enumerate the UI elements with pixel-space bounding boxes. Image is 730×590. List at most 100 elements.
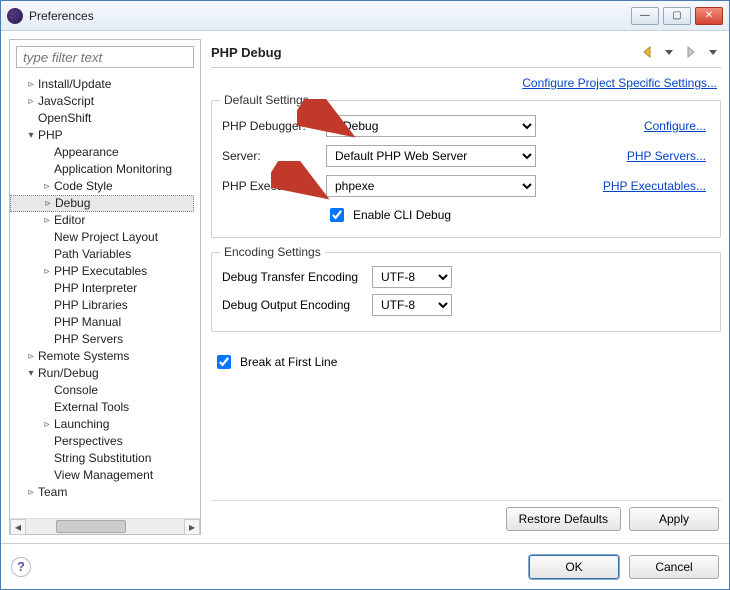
nav-forward-menu[interactable] [705,44,721,60]
tree-item-label: External Tools [54,399,129,416]
tree-item-label: Appearance [54,144,119,161]
tree-item[interactable]: ▹Team [10,484,200,501]
tree-item-label: Path Variables [54,246,131,263]
expand-icon[interactable]: ▹ [26,348,36,365]
tree-item[interactable]: PHP Manual [10,314,200,331]
transfer-encoding-label: Debug Transfer Encoding [222,270,372,284]
tree-item-label: Install/Update [38,76,111,93]
tree-item[interactable]: ▾Run/Debug [10,365,200,382]
tree-item[interactable]: Perspectives [10,433,200,450]
scroll-left-icon[interactable]: ◂ [10,519,26,535]
tree-item-label: Editor [54,212,85,229]
window-title: Preferences [29,9,94,23]
tree-item[interactable]: External Tools [10,399,200,416]
preference-page: PHP Debug Configure Project Specific Set… [201,39,721,535]
tree-item[interactable]: New Project Layout [10,229,200,246]
tree-item[interactable]: OpenShift [10,110,200,127]
help-icon[interactable]: ? [11,557,31,577]
php-debugger-select[interactable]: XDebug [326,115,536,137]
enable-cli-debug-label: Enable CLI Debug [353,208,451,222]
transfer-encoding-select[interactable]: UTF-8 [372,266,452,288]
tree-item-label: Team [38,484,67,501]
configure-link[interactable]: Configure... [644,119,706,133]
tree-item[interactable]: PHP Libraries [10,297,200,314]
tree-item-label: Launching [54,416,109,433]
tree-item-label: PHP Servers [54,331,123,348]
tree-item-label: Debug [55,195,90,212]
php-servers-link[interactable]: PHP Servers... [627,149,706,163]
break-first-line-checkbox[interactable] [217,355,231,369]
tree-item-label: PHP Executables [54,263,147,280]
restore-defaults-button[interactable]: Restore Defaults [506,507,621,531]
php-executables-link[interactable]: PHP Executables... [603,179,706,193]
maximize-button[interactable]: ▢ [663,7,691,25]
expand-icon[interactable]: ▹ [42,178,52,195]
tree-item[interactable]: View Management [10,467,200,484]
tree-item[interactable]: PHP Servers [10,331,200,348]
enable-cli-debug-checkbox[interactable] [330,208,344,222]
expand-icon[interactable]: ▹ [42,263,52,280]
preferences-tree[interactable]: ▹Install/Update▹JavaScriptOpenShift▾PHPA… [10,74,200,518]
tree-item-label: Run/Debug [38,365,99,382]
dialog-footer: ? OK Cancel [1,543,729,589]
tree-item[interactable]: ▹JavaScript [10,93,200,110]
filter-input[interactable] [16,46,194,68]
preferences-tree-panel: ▹Install/Update▹JavaScriptOpenShift▾PHPA… [9,39,201,535]
php-executable-select[interactable]: phpexe [326,175,536,197]
annotation-arrow-icon [297,99,357,139]
tree-item-label: Perspectives [54,433,123,450]
expand-icon[interactable]: ▹ [26,93,36,110]
break-first-line-label: Break at First Line [240,355,337,369]
apply-button[interactable]: Apply [629,507,719,531]
tree-item-label: PHP Libraries [54,297,128,314]
tree-item[interactable]: ▹PHP Executables [10,263,200,280]
page-title: PHP Debug [211,45,639,60]
tree-item-label: OpenShift [38,110,91,127]
encoding-settings-group: Encoding Settings Debug Transfer Encodin… [211,252,721,332]
expand-icon[interactable]: ▹ [26,76,36,93]
window-controls: — ▢ ✕ [631,7,723,25]
tree-item[interactable]: ▹Install/Update [10,76,200,93]
expand-icon[interactable]: ▾ [26,127,36,144]
server-select[interactable]: Default PHP Web Server [326,145,536,167]
expand-icon[interactable]: ▹ [26,484,36,501]
output-encoding-select[interactable]: UTF-8 [372,294,452,316]
tree-item-label: Console [54,382,98,399]
expand-icon[interactable]: ▾ [26,365,36,382]
tree-item[interactable]: ▹Editor [10,212,200,229]
scroll-thumb[interactable] [56,520,126,533]
minimize-button[interactable]: — [631,7,659,25]
configure-project-link[interactable]: Configure Project Specific Settings... [522,76,717,90]
tree-item[interactable]: Appearance [10,144,200,161]
tree-item[interactable]: PHP Interpreter [10,280,200,297]
tree-item[interactable]: ▹Launching [10,416,200,433]
cancel-button[interactable]: Cancel [629,555,719,579]
tree-item[interactable]: Path Variables [10,246,200,263]
tree-item-label: PHP [38,127,63,144]
nav-back-menu[interactable] [661,44,677,60]
tree-item-label: String Substitution [54,450,151,467]
tree-item-label: Remote Systems [38,348,129,365]
tree-item[interactable]: ▹Code Style [10,178,200,195]
tree-item[interactable]: ▹Remote Systems [10,348,200,365]
tree-item[interactable]: ▹Debug [10,195,194,212]
expand-icon[interactable]: ▹ [43,195,53,212]
close-button[interactable]: ✕ [695,7,723,25]
tree-item-label: Code Style [54,178,113,195]
scroll-right-icon[interactable]: ▸ [184,519,200,535]
ok-button[interactable]: OK [529,555,619,579]
eclipse-icon [7,8,23,24]
tree-item[interactable]: String Substitution [10,450,200,467]
horizontal-scrollbar[interactable]: ◂ ▸ [10,518,200,534]
tree-item[interactable]: Application Monitoring [10,161,200,178]
tree-item[interactable]: ▾PHP [10,127,200,144]
tree-item-label: PHP Manual [54,314,121,331]
expand-icon[interactable]: ▹ [42,212,52,229]
expand-icon[interactable]: ▹ [42,416,52,433]
tree-item-label: View Management [54,467,153,484]
nav-forward-button[interactable] [683,44,699,60]
titlebar: Preferences — ▢ ✕ [1,1,729,31]
tree-item[interactable]: Console [10,382,200,399]
nav-back-button[interactable] [639,44,655,60]
annotation-arrow-icon [271,161,331,201]
